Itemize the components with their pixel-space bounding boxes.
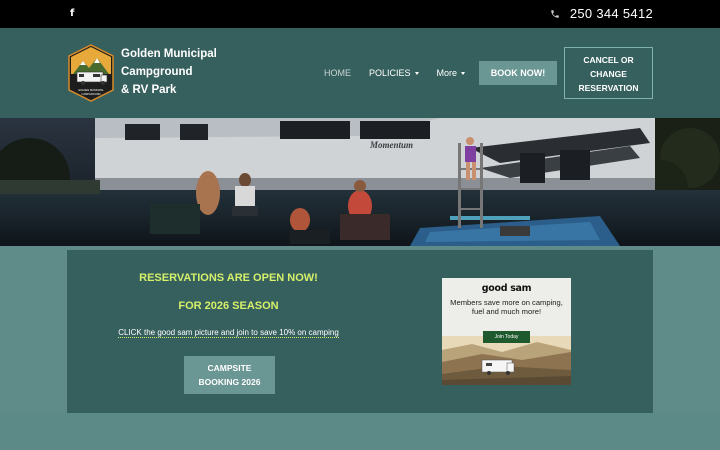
- cancel-reservation-button[interactable]: CANCEL OR CHANGE RESERVATION: [564, 47, 653, 99]
- site-header: GOLDEN MUNICIPAL CAMPGROUND Golden Munic…: [0, 28, 720, 118]
- good-sam-ad[interactable]: good sam Members save more on camping, f…: [442, 278, 571, 385]
- cancel-button-line1: CANCEL OR: [583, 55, 634, 65]
- top-bar: f 250 344 5412: [0, 0, 720, 28]
- good-sam-instruction: CLICK the good sam picture and join to s…: [67, 328, 390, 338]
- phone-contact[interactable]: 250 344 5412: [550, 6, 653, 21]
- logo-text-bottom: CAMPGROUND: [81, 92, 100, 96]
- chevron-down-icon: [461, 71, 466, 75]
- reservations-panel: RESERVATIONS ARE OPEN NOW! FOR 2026 SEAS…: [67, 250, 653, 413]
- campsite-button-line1: CAMPSITE: [207, 363, 252, 373]
- campsite-booking-button[interactable]: CAMPSITE BOOKING 2026: [184, 356, 275, 394]
- good-sam-ad-text: Members save more on camping, fuel and m…: [450, 298, 563, 316]
- site-title[interactable]: Golden Municipal Campground & RV Park: [121, 45, 241, 99]
- site-title-line3: & RV Park: [121, 84, 177, 96]
- main-nav: HOME POLICIES More: [324, 68, 466, 78]
- hero-image: Momentum: [0, 118, 720, 246]
- good-sam-instruction-text[interactable]: CLICK the good sam picture and join to s…: [118, 328, 339, 338]
- season-headline: FOR 2026 SEASON: [178, 300, 279, 312]
- rv-landscape-image: [442, 336, 571, 385]
- cancel-button-line3: RESERVATION: [578, 83, 639, 93]
- phone-number[interactable]: 250 344 5412: [570, 6, 653, 21]
- nav-home[interactable]: HOME: [324, 68, 351, 78]
- campsite-button-line2: BOOKING 2026: [198, 377, 261, 387]
- logo-text-top: GOLDEN MUNICIPAL: [78, 88, 104, 92]
- join-today-button[interactable]: Join Today: [483, 331, 530, 343]
- nav-more-label: More: [436, 68, 458, 78]
- campground-logo[interactable]: GOLDEN MUNICIPAL CAMPGROUND: [67, 44, 115, 102]
- nav-policies-label: POLICIES: [369, 68, 411, 78]
- nav-policies[interactable]: POLICIES: [369, 68, 419, 78]
- cancel-button-line2: CHANGE: [590, 69, 627, 79]
- phone-icon: [550, 9, 560, 19]
- book-now-button[interactable]: BOOK NOW!: [479, 61, 557, 85]
- rv-brand-text: Momentum: [369, 140, 413, 150]
- nav-more[interactable]: More: [437, 68, 466, 78]
- page-footer-band: [0, 413, 720, 450]
- nav-home-label: HOME: [324, 68, 351, 78]
- facebook-icon[interactable]: f: [70, 8, 74, 19]
- site-title-line1: Golden Municipal: [121, 48, 217, 60]
- chevron-down-icon: [414, 71, 419, 75]
- reservations-headline: RESERVATIONS ARE OPEN NOW!: [139, 272, 318, 284]
- site-title-line2: Campground: [121, 66, 193, 78]
- good-sam-logo: good sam: [481, 283, 532, 294]
